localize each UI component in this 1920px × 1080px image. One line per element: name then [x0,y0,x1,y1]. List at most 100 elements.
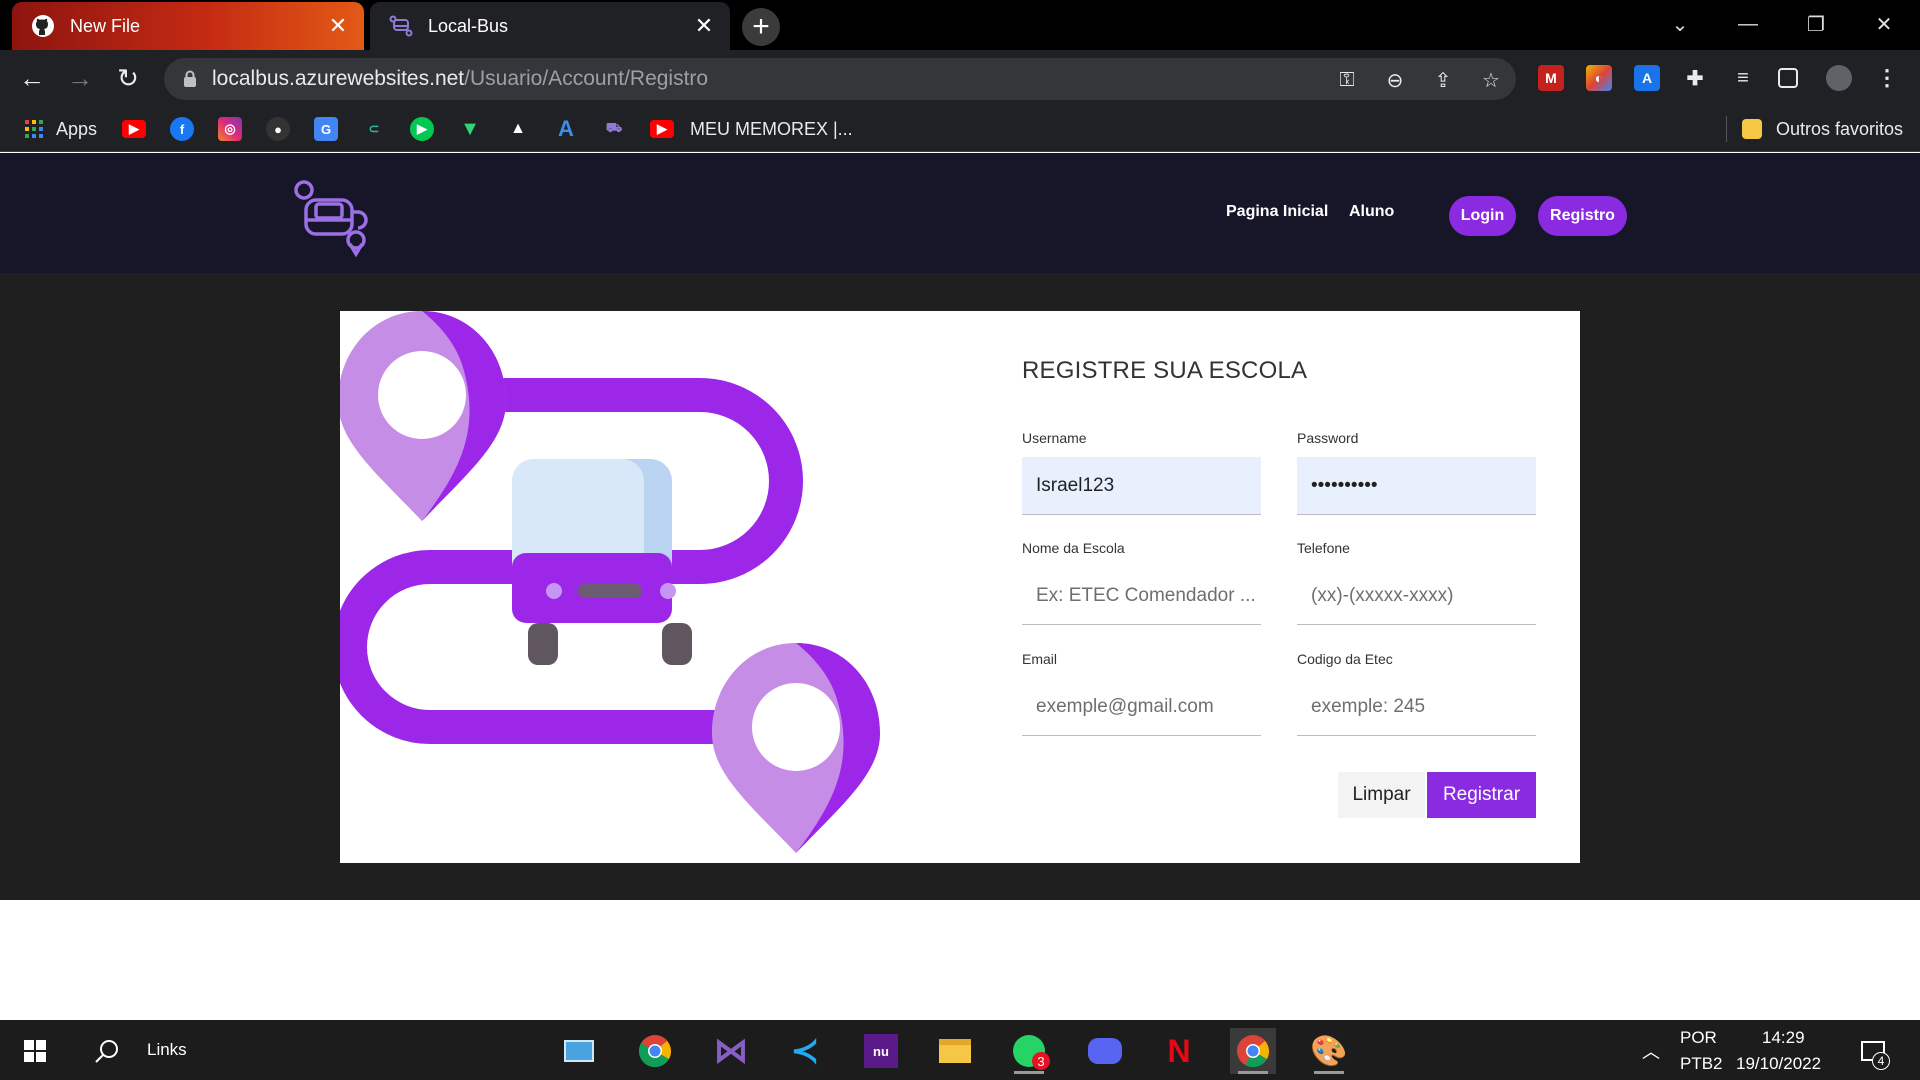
bookmark-label: Outros favoritos [1776,118,1904,139]
paint-icon[interactable]: 🎨 [1306,1028,1352,1074]
windows-taskbar: Links ⋈ ≺ nu 3 N 🎨 ︿ POR PTB2 14:29 19/1… [0,1020,1920,1080]
media-icon[interactable]: ≡ [1730,65,1756,91]
nav-aluno[interactable]: Aluno [1349,203,1394,221]
nav-pagina-inicial[interactable]: Pagina Inicial [1226,203,1328,221]
close-icon[interactable]: ✕ [690,12,718,40]
bookmark-facebook[interactable]: f [170,116,194,142]
avatar[interactable] [1826,65,1852,91]
youtube-icon: ▶ [650,120,674,138]
registro-button[interactable]: Registro [1538,196,1627,236]
language-line-2[interactable]: PTB2 [1680,1054,1723,1074]
tab-new-file[interactable]: New File ✕ [12,2,364,50]
nu-invest-icon[interactable]: nu [858,1028,904,1074]
form-title: REGISTRE SUA ESCOLA [1022,357,1308,384]
tab-title: Local-Bus [428,15,509,36]
search-icon[interactable] [84,1028,130,1074]
side-panel-icon[interactable] [1778,68,1798,88]
youtube-icon: ▶ [122,120,146,138]
bookmark-translate[interactable]: G [314,116,338,142]
localbus-logo[interactable] [290,178,370,258]
taskbar-search-label[interactable]: Links [147,1040,187,1060]
bookmark-localbus[interactable]: ⛟ [602,116,626,142]
clock-date[interactable]: 19/10/2022 [1736,1054,1821,1074]
chrome-active-icon[interactable] [1230,1028,1276,1074]
bookmark-outros-favoritos[interactable]: Outros favoritos [1742,116,1903,142]
tab-local-bus[interactable]: Local-Bus ✕ [370,2,730,50]
reload-icon[interactable]: ↻ [110,60,146,96]
bookmark-vercel[interactable]: ▲ [506,116,530,142]
bookmark-label: MEU MEMOREX |... [690,118,853,139]
vscode-icon[interactable]: ≺ [782,1028,828,1074]
bookmark-github[interactable]: ● [266,116,290,142]
registrar-button[interactable]: Registrar [1427,772,1536,818]
browser-toolbar: ← → ↻ localbus.azurewebsites.net/Usuario… [0,50,1920,106]
address-bar[interactable]: localbus.azurewebsites.net/Usuario/Accou… [164,58,1516,100]
instagram-icon: ◎ [218,117,242,141]
clock-time[interactable]: 14:29 [1762,1028,1805,1048]
chevron-up-icon[interactable]: ︿ [1642,1038,1660,1064]
new-tab-button[interactable]: + [742,8,780,46]
minimize-icon[interactable]: — [1728,6,1768,42]
apps-grid-icon [22,117,46,141]
control-panel-icon[interactable] [556,1028,602,1074]
menu-icon[interactable]: ⋮ [1874,65,1900,91]
forward-icon[interactable]: → [62,60,98,96]
page-footer-space [0,900,1920,1020]
back-icon[interactable]: ← [14,60,50,96]
tab-search-icon[interactable]: ⌄ [1660,6,1700,42]
page-body: REGISTRE SUA ESCOLA Username Password No… [0,273,1920,900]
extensions-icon[interactable]: ✚ [1682,65,1708,91]
colorpick-extension-icon[interactable]: ◐ [1586,65,1612,91]
language-line-1[interactable]: POR [1680,1028,1717,1048]
url-text: localbus.azurewebsites.net/Usuario/Accou… [212,67,709,90]
bookmark-azure[interactable]: A [554,116,578,142]
azure-icon: A [558,116,574,141]
bookmark-site[interactable]: ⊂ [362,116,386,142]
zoom-icon[interactable]: ⊖ [1382,67,1408,93]
email-field[interactable] [1022,678,1261,736]
escola-field[interactable] [1022,567,1261,625]
telefone-field[interactable] [1297,567,1536,625]
visual-studio-icon[interactable]: ⋈ [708,1028,754,1074]
folder-icon [1742,119,1762,139]
lock-icon [180,70,200,88]
discord-icon[interactable] [1082,1028,1128,1074]
email-label: Email [1022,651,1058,667]
translate-icon: G [314,117,338,141]
star-icon[interactable]: ☆ [1478,67,1504,93]
localbus-icon: ⛟ [605,120,623,135]
escola-label: Nome da Escola [1022,540,1125,556]
whatsapp-badge: 3 [1032,1052,1050,1070]
password-label: Password [1297,430,1359,446]
notifications-icon[interactable]: 4 [1850,1028,1896,1074]
bookmark-youtube[interactable]: ▶ [122,116,146,142]
share-icon[interactable]: ⇪ [1430,67,1456,93]
site-header: Pagina Inicial Aluno Login Registro [0,153,1920,273]
username-field[interactable] [1022,457,1261,515]
password-field[interactable] [1297,457,1536,515]
chrome-icon[interactable] [632,1028,678,1074]
bookmark-vue[interactable]: ▼ [458,116,482,142]
key-icon[interactable]: ⚿ [1334,67,1360,93]
restore-icon[interactable]: ❐ [1796,6,1836,42]
bookmark-play[interactable]: ▶ [410,116,434,142]
login-button[interactable]: Login [1449,196,1516,236]
gmail-extension-icon[interactable]: M [1538,65,1564,91]
github-icon: ● [266,117,290,141]
windows-start-icon[interactable] [12,1028,58,1074]
github-icon [30,13,56,39]
tab-title: New File [70,15,141,36]
netflix-icon[interactable]: N [1156,1028,1202,1074]
translate-extension-icon[interactable]: A [1634,65,1660,91]
codigo-label: Codigo da Etec [1297,651,1393,667]
close-icon[interactable]: ✕ [324,12,352,40]
file-explorer-icon[interactable] [932,1028,978,1074]
bookmark-instagram[interactable]: ◎ [218,116,242,142]
bookmark-memorex[interactable]: ▶ MEU MEMOREX |... [650,116,853,142]
limpar-button[interactable]: Limpar [1338,772,1425,818]
codigo-field[interactable] [1297,678,1536,736]
bookmark-apps[interactable]: Apps [22,116,97,142]
whatsapp-icon[interactable]: 3 [1006,1028,1052,1074]
notification-count: 4 [1872,1052,1890,1070]
window-close-icon[interactable]: ✕ [1864,6,1904,42]
